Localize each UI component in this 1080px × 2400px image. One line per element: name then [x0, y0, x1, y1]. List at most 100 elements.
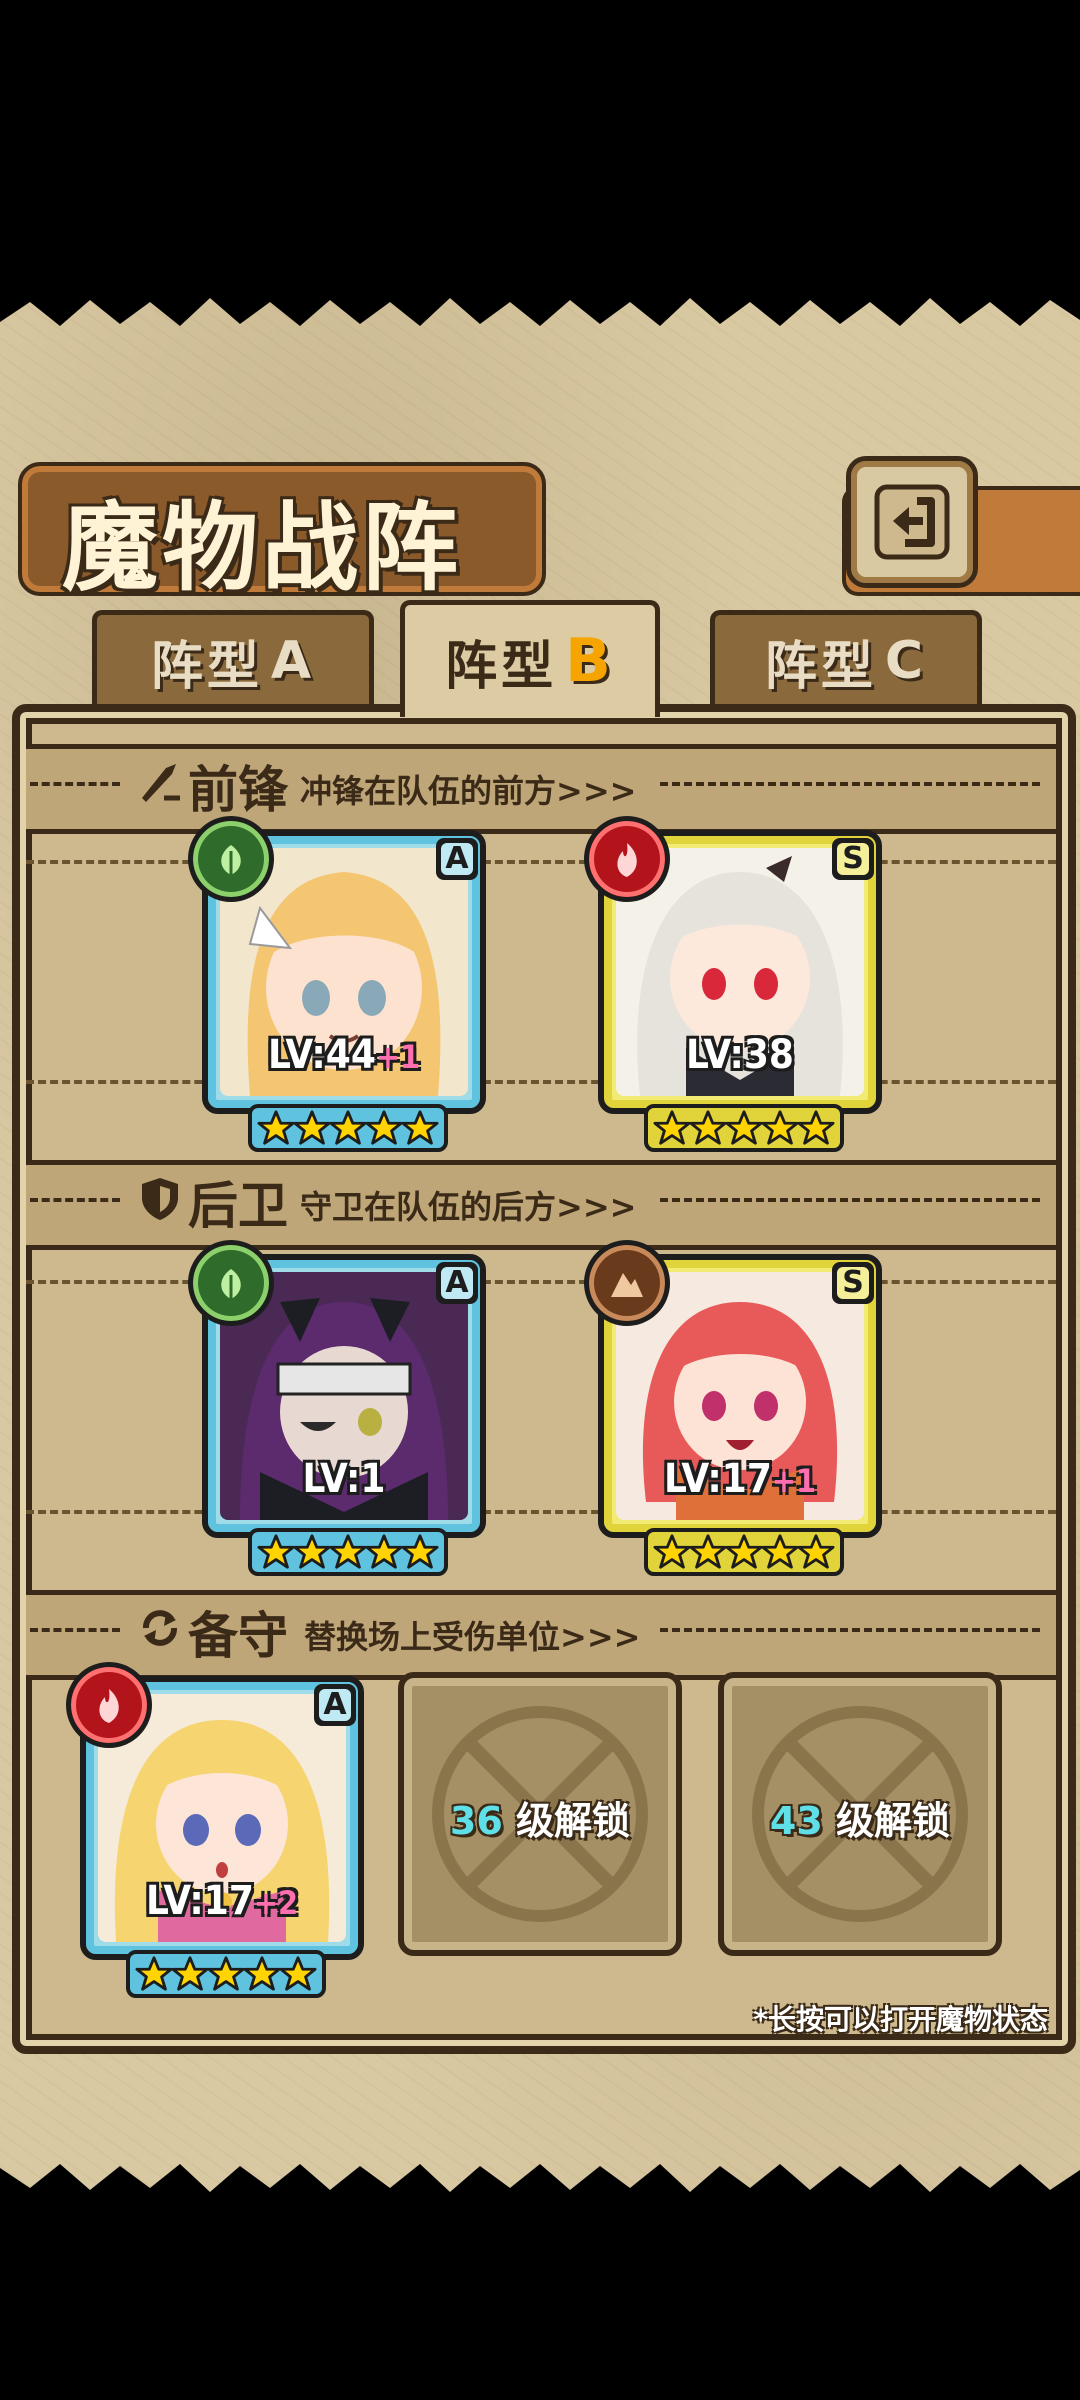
- rank-letter: A: [441, 843, 473, 875]
- rank-badge: S: [832, 838, 874, 880]
- unlock-level-text: 43 级解锁: [724, 1790, 996, 1845]
- unlock-level-text: 36 级解锁: [404, 1790, 676, 1845]
- unit-level: LV:17+1: [604, 1456, 876, 1502]
- divider: [660, 782, 1040, 786]
- tab-suffix: A: [270, 631, 316, 691]
- star-icon: [293, 1110, 331, 1145]
- front-section-header: 前锋 冲锋在队伍的前方>>>: [0, 744, 1080, 824]
- back-section-name: 后卫: [188, 1176, 288, 1235]
- shield-icon: [142, 1178, 178, 1220]
- star-rating: [644, 1528, 844, 1576]
- unlock-level-label: 级解锁: [836, 1799, 951, 1843]
- unit-card-front-2[interactable]: S LV:38: [584, 816, 882, 1152]
- unit-card-front-1[interactable]: A LV:44+1: [188, 816, 486, 1152]
- level-text: LV:38: [686, 1032, 794, 1078]
- star-icon: [135, 1956, 173, 1991]
- star-rating: [126, 1950, 326, 1998]
- back-button[interactable]: [846, 456, 978, 588]
- back-section-header: 后卫 守卫在队伍的后方>>>: [0, 1160, 1080, 1240]
- level-bonus: +2: [253, 1884, 299, 1922]
- unlock-level-number: 43: [769, 1799, 823, 1843]
- divider: [30, 782, 120, 786]
- level-text: LV:17: [663, 1456, 772, 1502]
- star-icon: [689, 1110, 727, 1145]
- unit-card-back-2[interactable]: S LV:17+1: [584, 1240, 882, 1576]
- front-section-desc: 冲锋在队伍的前方>>>: [300, 772, 637, 810]
- tab-formation-a[interactable]: 阵型 A: [92, 610, 374, 707]
- star-icon: [171, 1956, 209, 1991]
- star-icon: [653, 1534, 691, 1569]
- element-grass-icon: [188, 1240, 274, 1326]
- unit-card-back-1[interactable]: A LV:1: [188, 1240, 486, 1576]
- row-guide: [26, 1080, 1056, 1084]
- star-icon: [243, 1956, 281, 1991]
- row-guide: [26, 1280, 1056, 1284]
- star-icon: [761, 1534, 799, 1569]
- unlock-level-number: 36: [449, 1799, 503, 1843]
- divider: [30, 1628, 120, 1632]
- torn-edge-top: [0, 286, 1080, 326]
- unlock-level-label: 级解锁: [516, 1799, 631, 1843]
- page-title-banner: 魔物战阵: [18, 462, 546, 604]
- unit-level: LV:17+2: [86, 1878, 358, 1924]
- locked-slot-2[interactable]: 43 级解锁: [718, 1672, 1002, 1956]
- star-icon: [653, 1110, 691, 1145]
- level-text: LV:1: [302, 1456, 386, 1502]
- star-rating: [644, 1104, 844, 1152]
- back-arrow-icon: [874, 484, 950, 560]
- star-icon: [279, 1956, 317, 1991]
- star-icon: [365, 1110, 403, 1145]
- divider: [30, 1198, 120, 1202]
- divider: [660, 1628, 1040, 1632]
- rank-badge: A: [436, 838, 478, 880]
- star-icon: [725, 1534, 763, 1569]
- tab-formation-b[interactable]: 阵型 B: [400, 600, 660, 717]
- page-title: 魔物战阵: [62, 491, 462, 604]
- tab-suffix: C: [884, 631, 928, 691]
- tab-formation-c[interactable]: 阵型 C: [710, 610, 982, 707]
- tab-label: 阵型: [764, 636, 877, 697]
- divider: [660, 1198, 1040, 1202]
- reserve-section-desc: 替换场上受伤单位>>>: [304, 1618, 641, 1656]
- star-rating: [248, 1104, 448, 1152]
- front-section-name: 前锋: [188, 760, 288, 819]
- star-icon: [797, 1534, 835, 1569]
- element-grass-icon: [188, 816, 274, 902]
- rank-badge: S: [832, 1262, 874, 1304]
- star-icon: [257, 1534, 295, 1569]
- reserve-section-header: 备守 替换场上受伤单位>>>: [0, 1590, 1080, 1670]
- unit-card-reserve-1[interactable]: A LV:17+2: [66, 1662, 364, 1998]
- sword-icon: [142, 764, 180, 802]
- locked-slot-1[interactable]: 36 级解锁: [398, 1672, 682, 1956]
- torn-edge-bottom: [0, 2164, 1080, 2206]
- star-icon: [761, 1110, 799, 1145]
- level-text: LV:44: [267, 1032, 376, 1078]
- unit-level: LV:44+1: [208, 1032, 480, 1078]
- level-bonus: +1: [771, 1462, 817, 1500]
- star-icon: [329, 1110, 367, 1145]
- star-icon: [797, 1110, 835, 1145]
- rank-letter: A: [319, 1689, 351, 1721]
- element-fire-icon: [66, 1662, 152, 1748]
- unit-level: LV:38: [604, 1032, 876, 1078]
- rank-letter: A: [441, 1267, 473, 1299]
- back-section-desc: 守卫在队伍的后方>>>: [300, 1188, 637, 1226]
- star-icon: [689, 1534, 727, 1569]
- star-icon: [293, 1534, 331, 1569]
- tab-label: 阵型: [445, 636, 558, 697]
- star-rating: [248, 1528, 448, 1576]
- rank-letter: S: [837, 843, 869, 875]
- star-icon: [207, 1956, 245, 1991]
- tab-suffix: B: [565, 626, 615, 696]
- star-icon: [365, 1534, 403, 1569]
- star-icon: [257, 1110, 295, 1145]
- row-guide: [26, 1510, 1056, 1514]
- element-fire-icon: [584, 816, 670, 902]
- element-rock-icon: [584, 1240, 670, 1326]
- star-icon: [401, 1534, 439, 1569]
- row-guide: [26, 860, 1056, 864]
- level-bonus: +1: [375, 1038, 421, 1076]
- level-text: LV:17: [145, 1878, 254, 1924]
- reserve-section-name: 备守: [188, 1606, 288, 1665]
- star-icon: [329, 1534, 367, 1569]
